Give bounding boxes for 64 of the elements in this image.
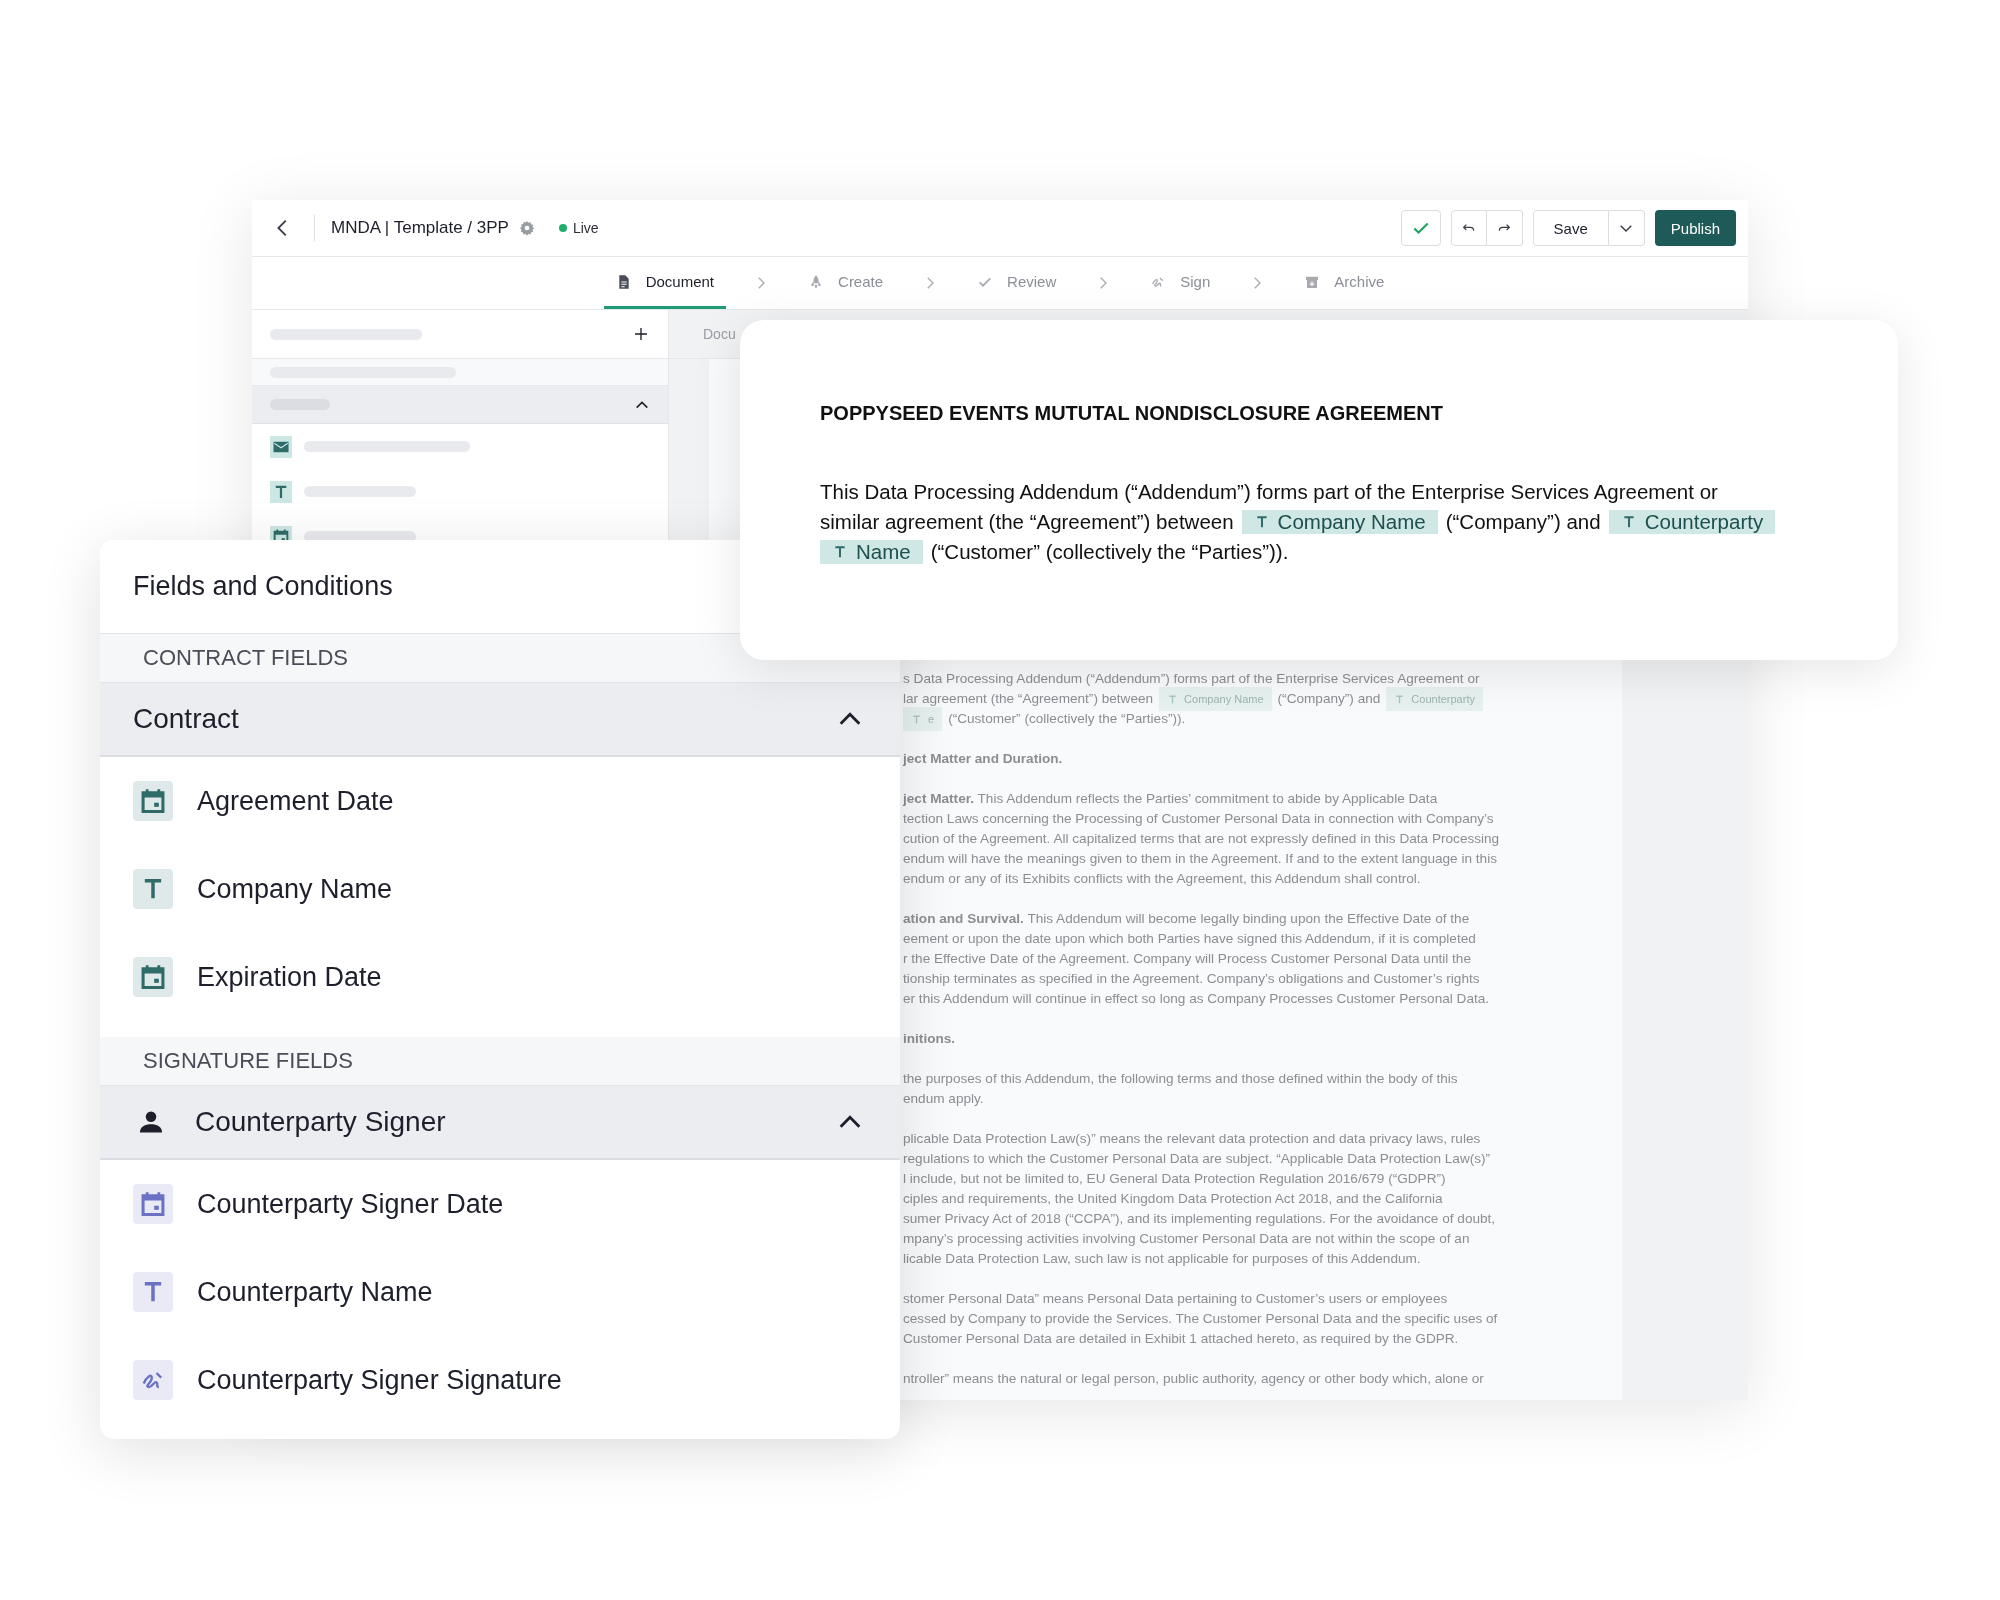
- field-chip[interactable]: Counterparty: [1608, 510, 1776, 534]
- paragraph-text: tection Laws concerning the Processing of Customer Personal Data in connection with Company’s: [903, 810, 1494, 828]
- settings-icon[interactable]: [518, 220, 535, 236]
- section-heading: ject Matter and Duration.: [903, 750, 1063, 768]
- field-item[interactable]: Expiration Date: [100, 933, 900, 1021]
- section-heading: SIGNATURE FIELDS: [100, 1037, 900, 1086]
- paragraph-text: s Data Processing Addendum (“Addendum”) forms part of the Enterprise Services Agreement or: [903, 670, 1480, 688]
- field-item[interactable]: Counterparty Name: [100, 1248, 900, 1336]
- section-heading: initions.: [903, 1030, 956, 1048]
- envelope-icon: [270, 435, 292, 458]
- paragraph-text: endum will have the meanings given to them in the Agreement. If and to the extent language in this: [903, 850, 1497, 868]
- paragraph-text: (“Customer” (collectively the “Parties”)).: [930, 539, 1289, 565]
- paragraph-text: endum or any of its Exhibits conflicts with the Agreement, this Addendum shall control.: [903, 870, 1421, 888]
- paragraph-text: ation and Survival. This Addendum will become legally binding upon the Effective Date of the: [903, 910, 1470, 928]
- paragraph-text: the purposes of this Addendum, the following terms and those defined within the body of this: [903, 1070, 1458, 1088]
- confirm-button[interactable]: [1400, 210, 1441, 246]
- paragraph-text: similar agreement (the “Agreement”) between: [820, 509, 1234, 535]
- paragraph-text: (“Company”) and: [1445, 509, 1601, 535]
- field-item[interactable]: Company Name: [100, 845, 900, 933]
- paragraph-text: ciples and requirements, the United Kingdom Data Protection Act 2018, and the California: [903, 1190, 1443, 1208]
- paragraph-text: This Data Processing Addendum (“Addendum”) forms part of the Enterprise Services Agreement or: [820, 479, 1718, 505]
- paragraph-text: ntroller” means the natural or legal person, public authority, agency or other body which, alone or: [903, 1370, 1484, 1388]
- paragraph-text: tionship terminates as specified in the Agreement. Company’s obligations and Customer’s rights: [903, 970, 1480, 988]
- text-type-icon: [832, 544, 848, 560]
- undo-button[interactable]: [1450, 210, 1487, 246]
- paragraph-text: ject Matter. This Addendum reflects the Parties’ commitment to abide by Applicable Data: [903, 790, 1438, 808]
- paragraph-text: endum apply.: [903, 1090, 984, 1108]
- document-title: MNDA | Template / 3PP: [331, 218, 509, 238]
- paragraph-text: regulations to which the Customer Personal Data are subject. “Applicable Data Protection Law(s)”: [903, 1150, 1491, 1168]
- paragraph-text: cessed by Company to provide the Services. The Customer Personal Data and the specific uses of: [903, 1310, 1498, 1328]
- paragraph-text: mpany’s processing activities involving Customer Personal Data are not within the scope of an: [903, 1230, 1470, 1248]
- status-dot: [558, 224, 567, 232]
- paragraph-text: licable Data Protection Law, such law is not applicable for purposes of this Addendum.: [903, 1250, 1421, 1268]
- paragraph-text: stomer Personal Data” means Personal Data pertaining to Customer’s users or employees: [903, 1290, 1448, 1308]
- paragraph-text: r the Effective Date of the Agreement. Company will Process Customer Personal Data until the: [903, 950, 1471, 968]
- add-icon[interactable]: [632, 325, 650, 343]
- paragraph-text: cution of the Agreement. All capitalized terms that are not expressly defined in this Data Processing: [903, 830, 1500, 848]
- paragraph-text: l include, but not be limited to, EU General Data Protection Regulation 2016/679 (“GDPR”): [903, 1170, 1446, 1188]
- field-item[interactable]: Counterparty Signer Date: [100, 1160, 900, 1248]
- text-type-icon: [270, 480, 292, 503]
- group-header[interactable]: Contract: [100, 683, 900, 757]
- save-button[interactable]: Save: [1532, 210, 1609, 246]
- field-chip[interactable]: Company Name: [1241, 510, 1438, 534]
- publish-button[interactable]: Publish: [1654, 210, 1736, 246]
- paragraph-text: plicable Data Protection Law(s)” means the relevant data protection and data privacy laws, rules: [903, 1130, 1481, 1148]
- paragraph-text: eement or upon the date upon which both Parties have signed this Addendum, if it is completed: [903, 930, 1476, 948]
- text-type-icon: [911, 713, 922, 725]
- save-options-button[interactable]: [1608, 210, 1645, 246]
- paragraph-text: er this Addendum will continue in effect so long as Company Processes Customer Personal Data.: [903, 990, 1490, 1008]
- text-type-icon: [1167, 693, 1179, 705]
- paragraph-text: lar agreement (the “Agreement”) between: [903, 690, 1154, 708]
- paragraph-text: sumer Privacy Act of 2018 (“CCPA”), and its implementing regulations. For the avoidance of doubt,: [903, 1210, 1496, 1228]
- status-label: Live: [572, 220, 599, 236]
- text-type-icon: [1394, 693, 1406, 705]
- section-heading: CONTRACT FIELDS: [100, 634, 900, 683]
- paragraph-text: Customer Personal Data are detailed in Exhibit 1 attached hereto, as required by the GDPR.: [903, 1330, 1459, 1348]
- group-header[interactable]: Counterparty Signer: [100, 1086, 900, 1160]
- field-item[interactable]: Agreement Date: [100, 757, 900, 845]
- redo-button[interactable]: [1486, 210, 1523, 246]
- field-chip[interactable]: Name: [820, 540, 923, 564]
- document-title: POPPYSEED EVENTS MUTUTAL NONDISCLOSURE AGREEMENT: [820, 402, 1445, 425]
- paragraph-text: (“Customer” (collectively the “Parties”)).: [948, 710, 1186, 728]
- field-item[interactable]: Counterparty Signer Signature: [100, 1336, 900, 1424]
- paragraph-text: (“Company”) and: [1277, 690, 1381, 708]
